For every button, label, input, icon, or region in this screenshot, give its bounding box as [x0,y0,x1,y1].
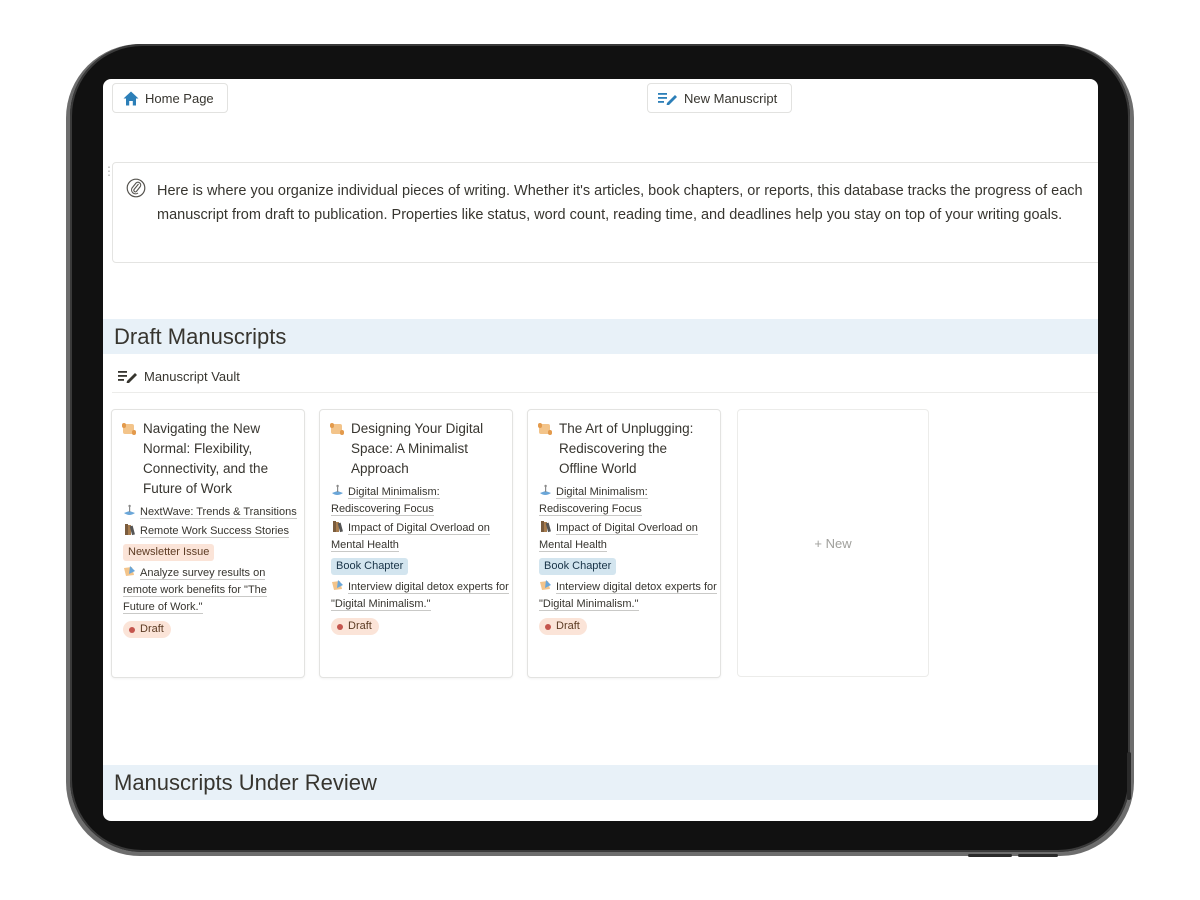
publication-link[interactable]: Digital Minimalism: Rediscovering Focus [539,484,717,518]
book-icon [125,524,135,536]
task-label: Interview digital detox experts for "Dig… [539,581,717,611]
card-title: Designing Your Digital Space: A Minimali… [351,421,484,476]
task-label: Interview digital detox experts for "Dig… [331,581,509,611]
series-label: Remote Work Success Stories [140,525,289,538]
paperclip-icon [126,178,146,198]
type-tag: Newsletter Issue [123,544,215,561]
status-label: Draft [348,620,372,632]
memo-icon [540,580,551,590]
card-title: Navigating the New Normal: Flexibility, … [143,421,269,496]
divider [112,392,1098,393]
top-button [968,854,1012,857]
memo-icon [124,566,135,576]
callout-block: Here is where you organize individual pi… [112,162,1098,263]
series-label: Impact of Digital Overload on Mental Hea… [539,522,698,552]
status-badge: Draft [539,618,587,635]
series-link[interactable]: Remote Work Success Stories [123,523,301,540]
type-tag: Book Chapter [331,558,409,575]
status-label: Draft [556,620,580,632]
series-label: Impact of Digital Overload on Mental Hea… [331,522,490,552]
view-tab-manuscript-vault[interactable]: Manuscript Vault [118,366,240,386]
edit-note-icon [658,93,677,105]
task-link[interactable]: Interview digital detox experts for "Dig… [331,579,509,613]
new-manuscript-button[interactable]: New Manuscript [647,83,792,113]
callout-text: Here is where you organize individual pi… [157,183,1083,223]
publication-label: Digital Minimalism: Rediscovering Focus [331,486,440,516]
volume-button [1127,752,1131,800]
publication-link[interactable]: NextWave: Trends & Transitions [123,504,301,521]
task-link[interactable]: Interview digital detox experts for "Dig… [539,579,717,613]
satellite-dish-icon [540,484,551,495]
satellite-dish-icon [124,504,135,515]
status-badge: Draft [123,621,171,638]
home-icon [123,91,139,105]
status-badge: Draft [331,618,379,635]
manuscript-card[interactable]: The Art of Unplugging: Rediscovering the… [527,409,721,678]
section-heading-draft: Draft Manuscripts [103,319,1098,354]
app-screen: Home Page New Manuscript ⋮ Here is where… [103,79,1098,821]
scroll-icon [330,423,344,435]
section-heading-review: Manuscripts Under Review [103,765,1098,800]
new-manuscript-label: New Manuscript [684,90,778,106]
task-label: Analyze survey results on remote work be… [123,567,267,614]
manuscript-card[interactable]: Designing Your Digital Space: A Minimali… [319,409,513,678]
series-link[interactable]: Impact of Digital Overload on Mental Hea… [331,520,509,554]
type-tag: Book Chapter [539,558,617,575]
status-dot [129,626,135,633]
status-dot [545,623,551,630]
new-card-button[interactable]: + New [737,409,929,677]
series-link[interactable]: Impact of Digital Overload on Mental Hea… [539,520,717,554]
book-icon [541,521,551,533]
top-button [1018,854,1058,857]
manuscript-card[interactable]: Navigating the New Normal: Flexibility, … [111,409,305,678]
publication-label: Digital Minimalism: Rediscovering Focus [539,486,648,516]
card-title: The Art of Unplugging: Rediscovering the… [559,421,694,476]
home-page-button[interactable]: Home Page [112,83,228,113]
scroll-icon [122,423,136,435]
status-label: Draft [140,623,164,635]
publication-label: NextWave: Trends & Transitions [140,506,297,519]
task-link[interactable]: Analyze survey results on remote work be… [123,565,301,616]
view-tab-label: Manuscript Vault [144,368,240,384]
book-icon [333,521,343,533]
status-dot [337,623,343,630]
edit-note-icon [118,371,137,383]
memo-icon [332,580,343,590]
publication-link[interactable]: Digital Minimalism: Rediscovering Focus [331,484,509,518]
home-page-label: Home Page [145,90,214,106]
scroll-icon [538,423,552,435]
satellite-dish-icon [332,484,343,495]
